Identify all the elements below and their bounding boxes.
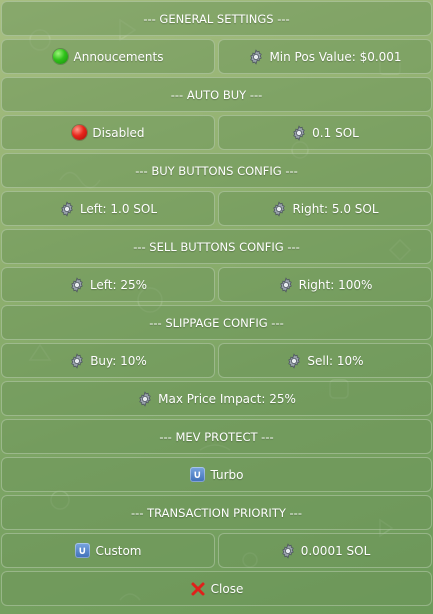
general-settings-header-button[interactable]: --- GENERAL SETTINGS --- bbox=[1, 1, 432, 36]
announcements-label: Annoucements bbox=[73, 49, 164, 64]
buy-buttons-config-label: --- BUY BUTTONS CONFIG --- bbox=[135, 163, 298, 178]
row-close: Close bbox=[1, 571, 432, 606]
row-buy-buttons: Left: 1.0 SOL Right: 5.0 SOL bbox=[1, 191, 432, 226]
row-transaction-priority-header: --- TRANSACTION PRIORITY --- bbox=[1, 495, 432, 530]
close-button[interactable]: Close bbox=[1, 571, 432, 606]
row-auto-buy-header: --- AUTO BUY --- bbox=[1, 77, 432, 112]
row-slippage: Buy: 10% Sell: 10% bbox=[1, 343, 432, 378]
u-box-glyph: ∪ bbox=[75, 543, 90, 558]
row-buy-buttons-header: --- BUY BUTTONS CONFIG --- bbox=[1, 153, 432, 188]
auto-buy-label: --- AUTO BUY --- bbox=[170, 87, 263, 102]
buy-buttons-config-header-button[interactable]: --- BUY BUTTONS CONFIG --- bbox=[1, 153, 432, 188]
min-pos-value-label: Min Pos Value: $0.001 bbox=[269, 49, 402, 64]
mev-mode-label: Turbo bbox=[210, 467, 244, 482]
sell-buttons-config-header-button[interactable]: --- SELL BUTTONS CONFIG --- bbox=[1, 229, 432, 264]
priority-fee-label: 0.0001 SOL bbox=[300, 543, 371, 558]
min-pos-value-button[interactable]: Min Pos Value: $0.001 bbox=[218, 39, 432, 74]
row-max-price-impact: Max Price Impact: 25% bbox=[1, 381, 432, 416]
max-price-impact-button[interactable]: Max Price Impact: 25% bbox=[1, 381, 432, 416]
gear-icon bbox=[280, 542, 296, 559]
inline-keyboard: --- GENERAL SETTINGS --- Annoucements Mi… bbox=[0, 0, 433, 614]
row-announcements: Annoucements Min Pos Value: $0.001 bbox=[1, 39, 432, 74]
general-settings-label: --- GENERAL SETTINGS --- bbox=[143, 11, 290, 26]
buy-left-button[interactable]: Left: 1.0 SOL bbox=[1, 191, 215, 226]
slippage-sell-label: Sell: 10% bbox=[307, 353, 364, 368]
auto-buy-toggle-button[interactable]: Disabled bbox=[1, 115, 215, 150]
slippage-buy-label: Buy: 10% bbox=[90, 353, 147, 368]
u-box-icon: ∪ bbox=[75, 543, 91, 559]
gear-icon bbox=[69, 352, 85, 369]
priority-fee-button[interactable]: 0.0001 SOL bbox=[218, 533, 432, 568]
slippage-sell-button[interactable]: Sell: 10% bbox=[218, 343, 432, 378]
gear-icon bbox=[69, 276, 85, 293]
slippage-config-label: --- SLIPPAGE CONFIG --- bbox=[149, 315, 284, 330]
row-sell-buttons: Left: 25% Right: 100% bbox=[1, 267, 432, 302]
gear-icon bbox=[278, 276, 294, 293]
transaction-priority-label: --- TRANSACTION PRIORITY --- bbox=[131, 505, 302, 520]
auto-buy-header-button[interactable]: --- AUTO BUY --- bbox=[1, 77, 432, 112]
transaction-priority-header-button[interactable]: --- TRANSACTION PRIORITY --- bbox=[1, 495, 432, 530]
auto-buy-amount-button[interactable]: 0.1 SOL bbox=[218, 115, 432, 150]
mev-protect-header-button[interactable]: --- MEV PROTECT --- bbox=[1, 419, 432, 454]
sell-right-button[interactable]: Right: 100% bbox=[218, 267, 432, 302]
close-label: Close bbox=[210, 581, 244, 596]
gear-icon bbox=[137, 390, 153, 407]
green-circle-icon bbox=[53, 49, 69, 65]
slippage-buy-button[interactable]: Buy: 10% bbox=[1, 343, 215, 378]
auto-buy-amount-label: 0.1 SOL bbox=[312, 125, 359, 140]
mev-protect-label: --- MEV PROTECT --- bbox=[159, 429, 274, 444]
u-box-glyph: ∪ bbox=[189, 467, 205, 482]
announcements-button[interactable]: Annoucements bbox=[1, 39, 215, 74]
red-x-icon bbox=[190, 581, 206, 597]
gear-icon bbox=[286, 352, 302, 369]
row-sell-buttons-header: --- SELL BUTTONS CONFIG --- bbox=[1, 229, 432, 264]
buy-right-label: Right: 5.0 SOL bbox=[292, 201, 379, 216]
gear-icon bbox=[271, 200, 287, 217]
buy-right-button[interactable]: Right: 5.0 SOL bbox=[218, 191, 432, 226]
red-circle-icon bbox=[71, 125, 87, 141]
priority-mode-label: Custom bbox=[95, 543, 142, 558]
sell-left-label: Left: 25% bbox=[89, 277, 148, 292]
priority-mode-button[interactable]: ∪ Custom bbox=[1, 533, 215, 568]
gear-icon bbox=[291, 124, 307, 141]
sell-right-label: Right: 100% bbox=[298, 277, 373, 292]
buy-left-label: Left: 1.0 SOL bbox=[79, 201, 158, 216]
gear-icon bbox=[59, 200, 75, 217]
row-slippage-header: --- SLIPPAGE CONFIG --- bbox=[1, 305, 432, 340]
row-transaction-priority: ∪ Custom 0.0001 SOL bbox=[1, 533, 432, 568]
u-box-icon: ∪ bbox=[189, 467, 205, 483]
row-auto-buy: Disabled 0.1 SOL bbox=[1, 115, 432, 150]
row-mev-mode: ∪ Turbo bbox=[1, 457, 432, 492]
sell-left-button[interactable]: Left: 25% bbox=[1, 267, 215, 302]
row-general-settings: --- GENERAL SETTINGS --- bbox=[1, 1, 432, 36]
sell-buttons-config-label: --- SELL BUTTONS CONFIG --- bbox=[133, 239, 300, 254]
slippage-config-header-button[interactable]: --- SLIPPAGE CONFIG --- bbox=[1, 305, 432, 340]
gear-icon bbox=[248, 48, 264, 65]
max-price-impact-label: Max Price Impact: 25% bbox=[158, 391, 296, 406]
auto-buy-status-label: Disabled bbox=[92, 125, 145, 140]
row-mev-protect-header: --- MEV PROTECT --- bbox=[1, 419, 432, 454]
mev-mode-button[interactable]: ∪ Turbo bbox=[1, 457, 432, 492]
